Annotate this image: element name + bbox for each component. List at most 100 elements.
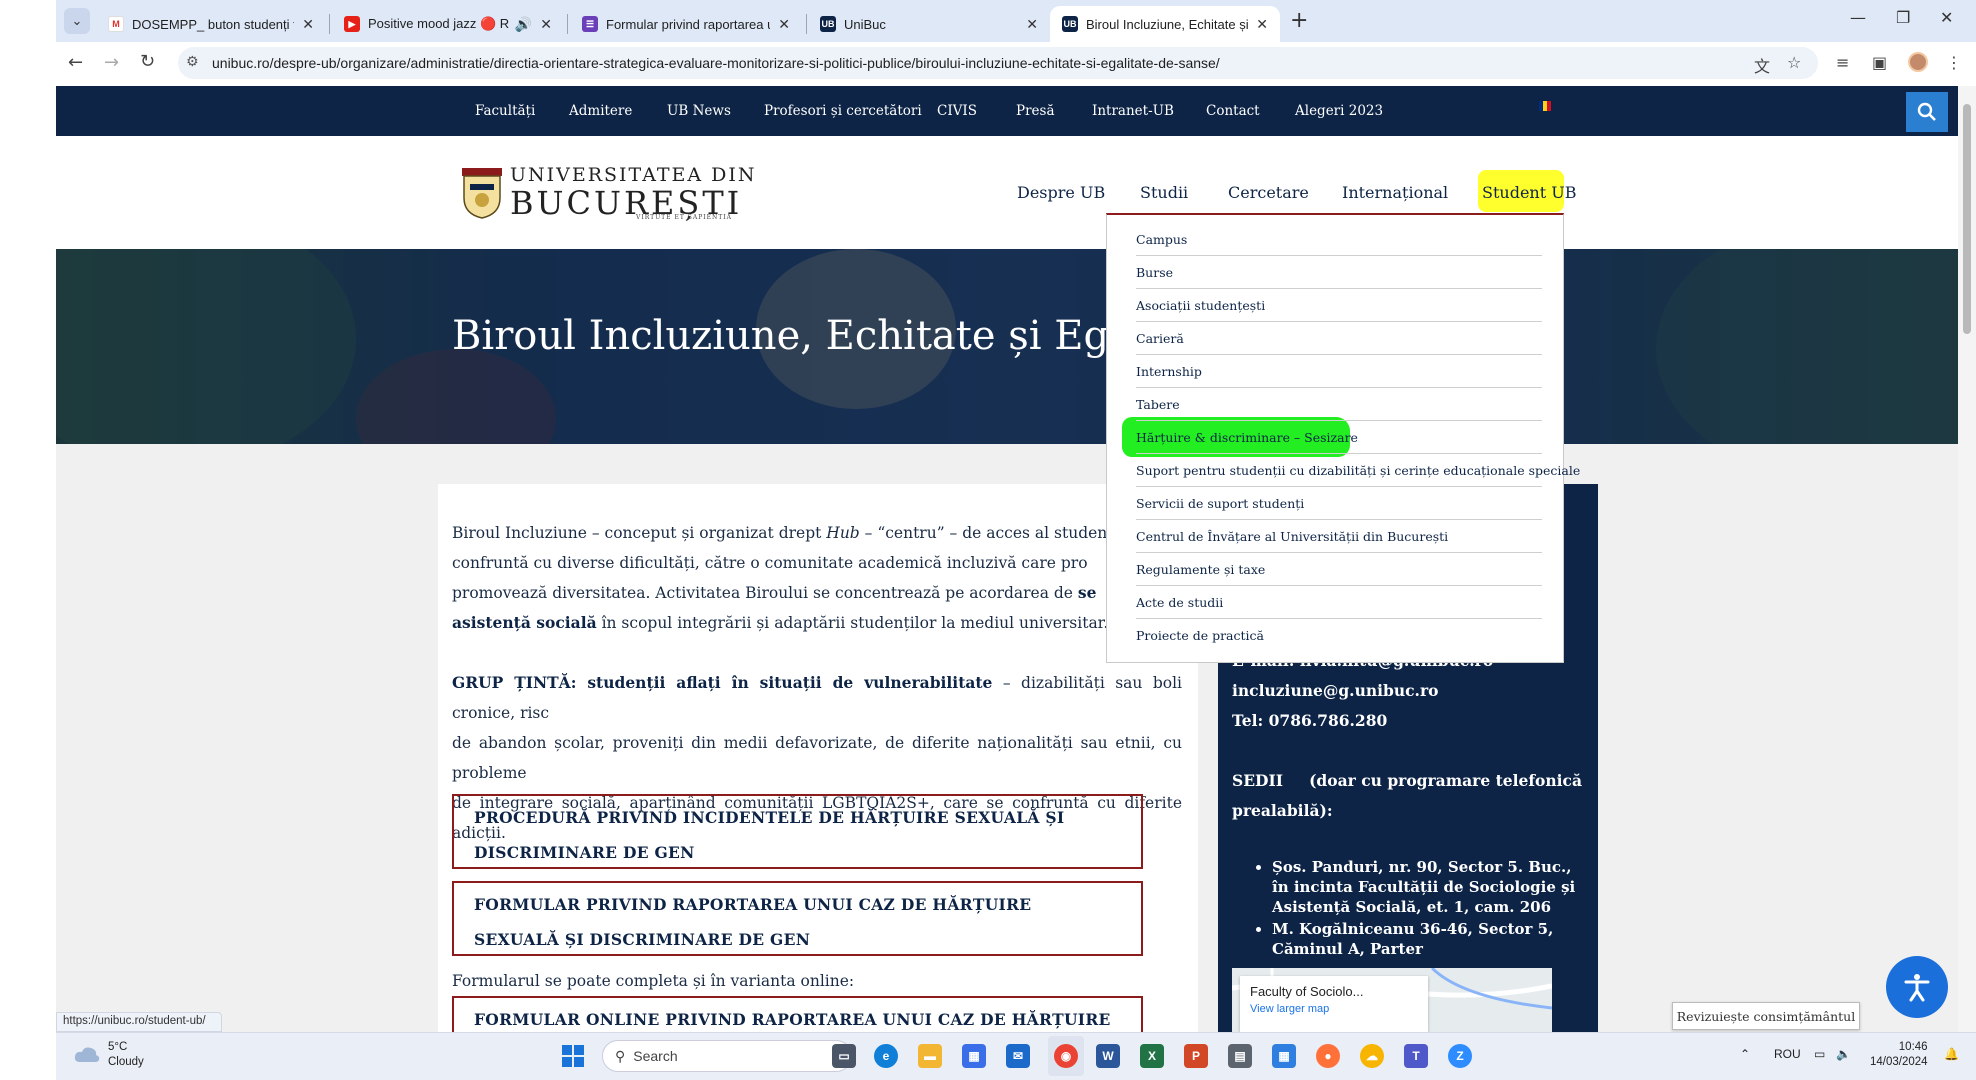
dropdown-item-regulations[interactable]: Regulamente și taxe <box>1136 553 1542 586</box>
network-icon[interactable]: ▭ <box>1814 1047 1825 1061</box>
forward-icon[interactable]: → <box>104 52 119 73</box>
close-icon[interactable]: ✕ <box>1256 16 1268 33</box>
file-explorer-icon[interactable]: ▬ <box>918 1044 942 1068</box>
browser-tab-unibuc[interactable]: UB UniBuc ✕ <box>808 6 1050 42</box>
dropdown-item-internship[interactable]: Internship <box>1136 355 1542 388</box>
url-text[interactable]: unibuc.ro/despre-ub/organizare/administr… <box>212 55 1220 71</box>
taskbar-search[interactable]: ⚲ Search <box>602 1040 852 1072</box>
accessibility-button[interactable] <box>1886 956 1948 1018</box>
language-indicator[interactable]: ROU <box>1774 1047 1801 1061</box>
dropdown-item-study-documents[interactable]: Acte de studii <box>1136 586 1542 619</box>
dropdown-item-campus[interactable]: Campus <box>1136 223 1542 256</box>
online-note: Formularul se poate completa și în varia… <box>452 972 855 990</box>
site-header <box>56 136 1960 249</box>
sidebar-email-2[interactable]: incluziune@g.unibuc.ro <box>1232 676 1438 706</box>
dropdown-item-harassment[interactable]: Hărțuire & discriminare – Sesizare <box>1136 421 1542 454</box>
romanian-flag-icon[interactable] <box>1539 101 1551 111</box>
tab-search-button[interactable]: ⌄ <box>64 8 90 34</box>
screen: ⌄ M DOSEMPP_ buton studenți form ✕ ▶ Pos… <box>0 0 1976 1080</box>
window-close-icon[interactable]: ✕ <box>1940 8 1953 27</box>
top-nav-facultati[interactable]: Facultăți <box>475 103 535 119</box>
calculator-icon[interactable]: ▤ <box>1228 1044 1252 1068</box>
browser-tab-youtube[interactable]: ▶ Positive mood jazz 🔴 Relaxi 🔊 ✕ <box>332 6 564 42</box>
system-clock[interactable]: 10:46 14/03/2024 <box>1870 1040 1928 1070</box>
weather-app-icon[interactable]: ☁ <box>1360 1044 1384 1068</box>
main-nav-cercetare[interactable]: Cercetare <box>1228 183 1309 202</box>
top-nav-presa[interactable]: Presă <box>1016 103 1055 119</box>
main-nav-student-ub[interactable]: Student UB <box>1482 183 1576 202</box>
media-control-icon[interactable]: ≡ <box>1836 53 1849 72</box>
browser-tab-gmail[interactable]: M DOSEMPP_ buton studenți form ✕ <box>96 6 326 42</box>
tray-chevron-icon[interactable]: ⌃ <box>1740 1047 1750 1061</box>
top-nav-civis[interactable]: CIVIS <box>937 103 977 119</box>
powerpoint-icon[interactable]: P <box>1184 1044 1208 1068</box>
excel-icon[interactable]: X <box>1140 1044 1164 1068</box>
page-title: Biroul Incluziune, Echitate și Egalit <box>452 313 1175 359</box>
search-icon: ⚲ <box>615 1047 626 1064</box>
logo-line1[interactable]: UNIVERSITATEA DIN <box>510 164 757 186</box>
top-nav-alegeri[interactable]: Alegeri 2023 <box>1295 103 1383 119</box>
weather-widget[interactable]: 5°C Cloudy <box>74 1040 144 1070</box>
report-form-link-box[interactable]: FORMULAR PRIVIND RAPORTAREA UNUI CAZ DE … <box>452 881 1143 956</box>
task-view-icon[interactable]: ▭ <box>832 1044 856 1068</box>
close-icon[interactable]: ✕ <box>540 16 552 33</box>
site-info-icon[interactable]: ⚙ <box>186 54 199 70</box>
speaker-icon[interactable]: 🔊 <box>515 16 532 33</box>
close-icon[interactable]: ✕ <box>302 16 314 33</box>
back-icon[interactable]: ← <box>68 52 83 73</box>
top-nav-admitere[interactable]: Admitere <box>569 103 632 119</box>
dropdown-item-practice-projects[interactable]: Proiecte de practică <box>1136 619 1542 652</box>
main-nav-studii[interactable]: Studii <box>1140 183 1188 202</box>
browser-tab-forms[interactable]: ☰ Formular privind raportarea uni ✕ <box>570 6 802 42</box>
edge-icon[interactable]: e <box>874 1044 898 1068</box>
site-search-button[interactable] <box>1906 92 1948 132</box>
clock-time: 10:46 <box>1898 1041 1928 1053</box>
reload-icon[interactable]: ↻ <box>140 51 155 72</box>
procedure-link-box[interactable]: PROCEDURĂ PRIVIND INCIDENTELE DE HĂRȚUIR… <box>452 794 1143 869</box>
more-menu-icon[interactable]: ⋮ <box>1946 53 1962 72</box>
dropdown-item-cariera[interactable]: Carieră <box>1136 322 1542 355</box>
translate-icon[interactable]: 文 <box>1754 53 1770 77</box>
dropdown-item-burse[interactable]: Burse <box>1136 256 1542 289</box>
bookmark-star-icon[interactable]: ☆ <box>1787 53 1801 72</box>
sidebar-phone[interactable]: Tel: 0786.786.280 <box>1232 706 1387 736</box>
map-larger-link[interactable]: View larger map <box>1250 1003 1418 1015</box>
notification-bell-icon[interactable]: 🔔 <box>1944 1047 1959 1061</box>
zoom-icon[interactable]: Z <box>1448 1044 1472 1068</box>
tab-title: DOSEMPP_ buton studenți form <box>132 16 294 32</box>
teams-icon[interactable]: T <box>1404 1044 1428 1068</box>
dropdown-item-asociatii[interactable]: Asociații studențești <box>1136 289 1542 322</box>
dropdown-item-tabere[interactable]: Tabere <box>1136 388 1542 421</box>
dropdown-item-support-services[interactable]: Servicii de suport studenți <box>1136 487 1542 520</box>
dropdown-item-learning-center[interactable]: Centrul de Învățare al Universității din… <box>1136 520 1542 553</box>
minimize-icon[interactable]: — <box>1850 8 1866 27</box>
chrome-icon[interactable]: ◉ <box>1054 1044 1078 1068</box>
browser-tab-active[interactable]: UB Biroul Incluziune, Echitate și Eg ✕ <box>1050 6 1280 42</box>
mail-icon[interactable]: ✉ <box>1006 1044 1030 1068</box>
restore-icon[interactable]: ❐ <box>1896 8 1910 27</box>
main-nav-international[interactable]: Internațional <box>1342 183 1448 202</box>
top-nav-profesori[interactable]: Profesori și cercetători <box>764 103 922 119</box>
main-nav-despre-ub[interactable]: Despre UB <box>1017 183 1105 202</box>
calendar-icon[interactable]: ▦ <box>1272 1044 1296 1068</box>
top-nav-ub-news[interactable]: UB News <box>667 103 731 119</box>
top-nav-intranet[interactable]: Intranet-UB <box>1092 103 1174 119</box>
new-tab-button[interactable]: + <box>1290 8 1308 33</box>
word-icon[interactable]: W <box>1096 1044 1120 1068</box>
store-icon[interactable]: ▦ <box>962 1044 986 1068</box>
university-crest-icon[interactable] <box>460 166 504 220</box>
scrollbar-thumb[interactable] <box>1963 104 1971 334</box>
dropdown-item-disability-support[interactable]: Suport pentru studenții cu dizabilități … <box>1136 454 1580 487</box>
consent-review-button[interactable]: Revizuiește consimțământul <box>1672 1002 1860 1030</box>
youtube-icon: ▶ <box>344 16 360 32</box>
windows-start-icon[interactable] <box>562 1045 584 1067</box>
profile-avatar[interactable] <box>1908 52 1928 72</box>
volume-icon[interactable]: 🔈 <box>1836 1047 1851 1061</box>
close-icon[interactable]: ✕ <box>778 16 790 33</box>
side-panel-icon[interactable]: ▣ <box>1872 53 1887 72</box>
sidebar-locations: Șos. Panduri, nr. 90, Sector 5. Buc., în… <box>1248 857 1580 961</box>
close-icon[interactable]: ✕ <box>1026 16 1038 33</box>
firefox-icon[interactable]: ● <box>1316 1044 1340 1068</box>
top-nav-contact[interactable]: Contact <box>1206 103 1260 119</box>
map-info-card: Faculty of Sociolo... View larger map <box>1240 976 1428 1032</box>
